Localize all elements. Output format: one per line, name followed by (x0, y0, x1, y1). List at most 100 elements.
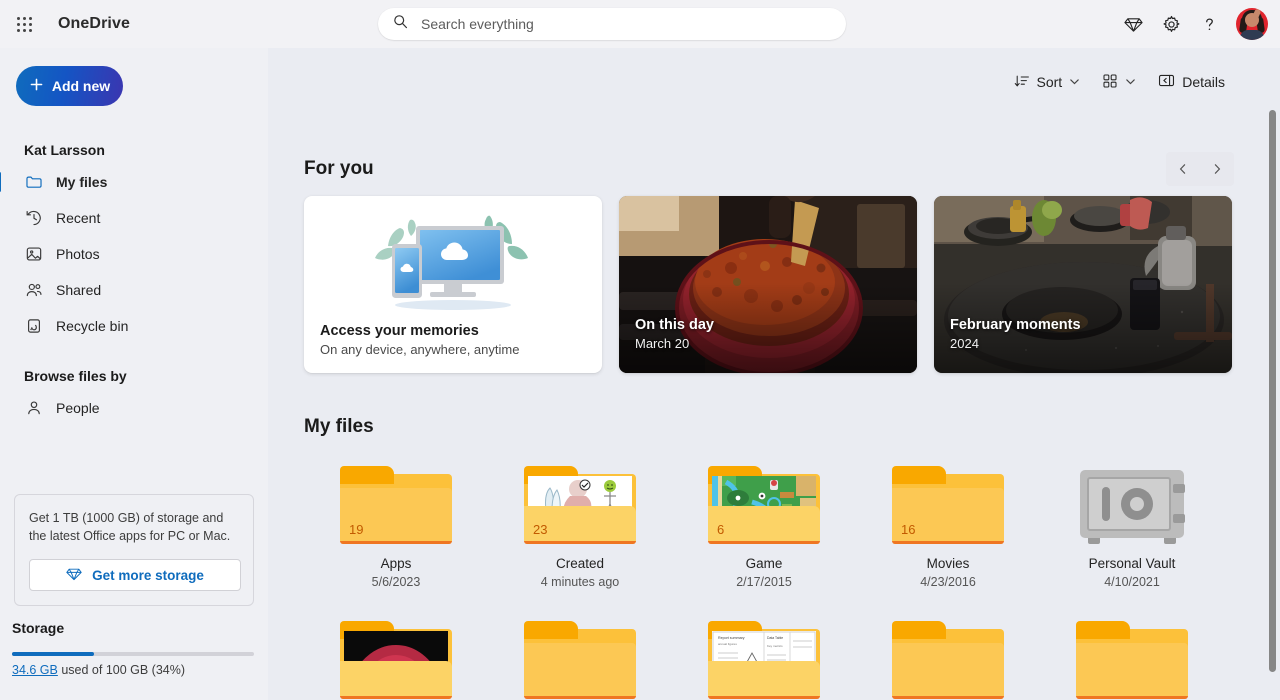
devices-cloud-illustration (304, 204, 602, 314)
search-bar[interactable] (378, 8, 846, 40)
search-icon (392, 13, 409, 35)
diamond-icon (66, 566, 82, 585)
svg-text:annual figures: annual figures (718, 642, 737, 646)
sidebar: Add new Kat Larsson My files Recent (0, 48, 268, 700)
file-tile-name: Game (746, 556, 783, 571)
for-you-card-february-moments[interactable]: February moments 2024 (934, 196, 1232, 373)
sidebar-item-shared[interactable]: Shared (0, 272, 260, 308)
search-input[interactable] (421, 16, 801, 32)
sidebar-item-recent[interactable]: Recent (0, 200, 260, 236)
card-title: February moments (950, 317, 1081, 333)
sidebar-item-label: Recycle bin (56, 318, 128, 334)
sidebar-item-my-files[interactable]: My files (0, 164, 260, 200)
vertical-scrollbar[interactable] (1269, 110, 1276, 672)
file-tile[interactable] (488, 613, 672, 699)
add-new-button[interactable]: Add new (16, 66, 123, 106)
clock-history-icon (24, 208, 44, 228)
for-you-card-caption: Access your memories On any device, anyw… (320, 323, 519, 357)
get-more-storage-button[interactable]: Get more storage (29, 559, 241, 591)
card-title: On this day (635, 317, 714, 333)
storage-caption: 34.6 GB used of 100 GB (34%) (12, 663, 185, 677)
file-tile[interactable]: 19 Apps 5/6/2023 (304, 458, 488, 589)
folder-item-count: 19 (349, 522, 363, 537)
for-you-card-on-this-day[interactable]: On this day March 20 (619, 196, 917, 373)
gear-icon[interactable] (1152, 5, 1190, 43)
avatar[interactable] (1236, 8, 1268, 40)
for-you-card-caption: On this day March 20 (635, 317, 714, 351)
header-actions (1114, 0, 1274, 48)
storage-used-link[interactable]: 34.6 GB (12, 663, 58, 677)
file-tile[interactable]: Report summary annual figures Data Table Ke… (672, 613, 856, 699)
plus-icon (29, 77, 44, 95)
file-tile-date: 5/6/2023 (372, 575, 421, 589)
folder-icon (892, 621, 1004, 699)
sidebar-item-label: My files (56, 174, 107, 190)
promo-text: Get 1 TB (1000 GB) of storage and the la… (29, 509, 239, 545)
folder-icon: 23 (524, 466, 636, 544)
folder-icon: Report summary annual figures Data Table Ke… (708, 621, 820, 699)
svg-text:Report summary: Report summary (718, 636, 745, 640)
onedrive-app: OneDrive (0, 0, 1280, 700)
storage-progress-track (12, 652, 254, 656)
file-tile[interactable]: 16 Movies 4/23/2016 (856, 458, 1040, 589)
file-tile[interactable]: 23 Created 4 minutes ago (488, 458, 672, 589)
personal-vault-safe-icon (1076, 466, 1188, 544)
card-subtitle: 2024 (950, 336, 1081, 351)
folder-icon: 16 (892, 466, 1004, 544)
chevron-right-icon[interactable] (1200, 152, 1234, 186)
folder-icon (1076, 621, 1188, 699)
for-you-card-caption: February moments 2024 (950, 317, 1081, 351)
card-title: Access your memories (320, 323, 519, 339)
file-tile-name: Movies (927, 556, 970, 571)
photo-icon (24, 244, 44, 264)
folder-icon (340, 621, 452, 699)
file-tile-name: Created (556, 556, 604, 571)
sidebar-item-label: Shared (56, 282, 101, 298)
card-subtitle: March 20 (635, 336, 714, 351)
folder-item-count: 23 (533, 522, 547, 537)
account-name: Kat Larsson (0, 142, 268, 158)
file-tile-name: Personal Vault (1089, 556, 1176, 571)
app-header: OneDrive (0, 0, 1280, 48)
person-icon (24, 398, 44, 418)
app-brand-title[interactable]: OneDrive (58, 15, 130, 33)
file-tile-date: 4/10/2021 (1104, 575, 1160, 589)
storage-promo-card: Get 1 TB (1000 GB) of storage and the la… (14, 494, 254, 606)
for-you-card-access-memories[interactable]: Access your memories On any device, anyw… (304, 196, 602, 373)
svg-text:Key metrics: Key metrics (767, 644, 783, 648)
file-tile-name: Apps (381, 556, 412, 571)
file-tile-date: 4 minutes ago (541, 575, 620, 589)
premium-diamond-icon[interactable] (1114, 5, 1152, 43)
file-tile[interactable] (304, 613, 488, 699)
card-subtitle: On any device, anywhere, anytime (320, 342, 519, 357)
my-files-title: My files (304, 416, 374, 438)
folder-item-count: 6 (717, 522, 724, 537)
chevron-left-icon[interactable] (1166, 152, 1200, 186)
folder-item-count: 16 (901, 522, 915, 537)
storage-title: Storage (12, 620, 64, 636)
sidebar-item-label: Recent (56, 210, 100, 226)
sidebar-item-label: Photos (56, 246, 100, 262)
trash-icon (24, 316, 44, 336)
browse-files-by-title: Browse files by (0, 368, 268, 384)
sidebar-item-photos[interactable]: Photos (0, 236, 260, 272)
file-tile[interactable] (1040, 613, 1224, 699)
file-tile-date: 4/23/2016 (920, 575, 976, 589)
svg-text:Data Table: Data Table (767, 636, 783, 640)
main-content: For you (268, 48, 1280, 700)
folder-icon: 6 (708, 466, 820, 544)
sidebar-item-recycle-bin[interactable]: Recycle bin (0, 308, 260, 344)
add-new-label: Add new (52, 78, 110, 94)
file-tile-date: 2/17/2015 (736, 575, 792, 589)
sidebar-item-people[interactable]: People (0, 390, 260, 426)
file-tile[interactable]: 6 Game 2/17/2015 (672, 458, 856, 589)
app-launcher-icon[interactable] (4, 4, 44, 44)
file-tile[interactable]: Personal Vault 4/10/2021 (1040, 458, 1224, 589)
folder-icon: 19 (340, 466, 452, 544)
for-you-title: For you (304, 158, 374, 180)
for-you-carousel-nav (1166, 152, 1234, 186)
file-tile[interactable] (856, 613, 1040, 699)
help-icon[interactable] (1190, 5, 1228, 43)
folder-icon (524, 621, 636, 699)
sidebar-item-label: People (56, 400, 100, 416)
